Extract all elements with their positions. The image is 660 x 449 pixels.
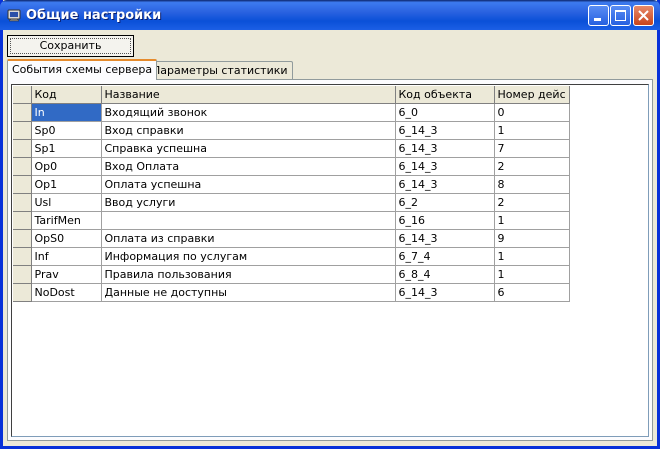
cell-action-number[interactable]: 6 [494,283,570,302]
cell-code[interactable]: TarifMen [31,211,102,230]
table-row[interactable]: Sp0 Вход справки 6_14_3 1 [13,121,570,140]
tab-statistics-params[interactable]: Параметры статистики [147,61,293,80]
cell-object-code[interactable]: 6_14_3 [395,157,495,176]
cell-code[interactable]: Sp0 [31,121,102,140]
cell-action-number[interactable]: 1 [494,265,570,284]
cell-action-number[interactable]: 8 [494,175,570,194]
cell-code[interactable]: Prav [31,265,102,284]
events-table: Код Название Код объекта Номер дейс In Вх… [13,86,570,302]
cell-action-number[interactable]: 1 [494,247,570,266]
cell-action-number[interactable]: 1 [494,121,570,140]
cell-action-number[interactable]: 9 [494,229,570,248]
cell-object-code[interactable]: 6_16 [395,211,495,230]
cell-code[interactable]: Sp1 [31,139,102,158]
column-header-action-number[interactable]: Номер дейс [494,86,570,104]
row-indicator[interactable] [13,211,32,230]
row-indicator[interactable] [13,229,32,248]
row-indicator[interactable] [13,175,32,194]
app-icon [7,9,21,22]
cell-code[interactable]: Usl [31,193,102,212]
cell-action-number[interactable]: 2 [494,193,570,212]
row-indicator[interactable] [13,247,32,266]
table-row[interactable]: Usl Ввод услуги 6_2 2 [13,193,570,212]
cell-action-number[interactable]: 2 [494,157,570,176]
save-settings-button[interactable]: Сохранить установки [7,35,134,72]
cell-name[interactable] [101,211,396,230]
table-row[interactable]: In Входящий звонок 6_0 0 [13,103,570,122]
cell-object-code[interactable]: 6_14_3 [395,283,495,302]
cell-object-code[interactable]: 6_8_4 [395,265,495,284]
column-header-object-code[interactable]: Код объекта [395,86,495,104]
window-title: Общие настройки [26,8,162,23]
cell-name[interactable]: Данные не доступны [101,283,396,302]
cell-object-code[interactable]: 6_7_4 [395,247,495,266]
cell-code[interactable]: NoDost [31,283,102,302]
cell-object-code[interactable]: 6_14_3 [395,139,495,158]
column-header-name[interactable]: Название [101,86,396,104]
cell-name[interactable]: Правила пользования [101,265,396,284]
minimize-icon [594,18,601,21]
cell-code[interactable]: Inf [31,247,102,266]
tab-panel: Код Название Код объекта Номер дейс In Вх… [7,79,653,441]
cell-object-code[interactable]: 6_14_3 [395,175,495,194]
minimize-button[interactable] [588,5,609,26]
cell-name[interactable]: Информация по услугам [101,247,396,266]
table-row[interactable]: NoDost Данные не доступны 6_14_3 6 [13,283,570,302]
title-bar[interactable]: Общие настройки [0,0,660,30]
events-grid[interactable]: Код Название Код объекта Номер дейс In Вх… [11,84,649,437]
cell-name[interactable]: Вход справки [101,121,396,140]
cell-code[interactable]: OpS0 [31,229,102,248]
table-row[interactable]: Op1 Оплата успешна 6_14_3 8 [13,175,570,194]
table-row[interactable]: TarifMen 6_16 1 [13,211,570,230]
cell-name[interactable]: Вход Оплата [101,157,396,176]
table-row[interactable]: OpS0 Оплата из справки 6_14_3 9 [13,229,570,248]
row-indicator[interactable] [13,157,32,176]
cell-object-code[interactable]: 6_2 [395,193,495,212]
table-header-row: Код Название Код объекта Номер дейс [13,86,570,104]
cell-action-number[interactable]: 0 [494,103,570,122]
cell-object-code[interactable]: 6_0 [395,103,495,122]
close-button[interactable] [633,5,654,26]
table-row[interactable]: Op0 Вход Оплата 6_14_3 2 [13,157,570,176]
column-header-code[interactable]: Код [31,86,102,104]
row-indicator[interactable] [13,283,32,302]
row-indicator[interactable] [13,193,32,212]
table-row[interactable]: Inf Информация по услугам 6_7_4 1 [13,247,570,266]
table-row[interactable]: Sp1 Справка успешна 6_14_3 7 [13,139,570,158]
cell-code[interactable]: Op1 [31,175,102,194]
settings-window: Общие настройки Сохранить установки Собы… [0,0,660,449]
table-row[interactable]: Prav Правила пользования 6_8_4 1 [13,265,570,284]
row-indicator[interactable] [13,139,32,158]
cell-name[interactable]: Ввод услуги [101,193,396,212]
cell-object-code[interactable]: 6_14_3 [395,121,495,140]
header-indicator [13,86,32,104]
row-indicator[interactable] [13,103,32,122]
cell-name[interactable]: Входящий звонок [101,103,396,122]
maximize-icon [615,10,626,21]
cell-code[interactable]: In [31,103,102,122]
row-indicator[interactable] [13,265,32,284]
maximize-button[interactable] [610,5,631,26]
cell-code[interactable]: Op0 [31,157,102,176]
cell-name[interactable]: Справка успешна [101,139,396,158]
row-indicator[interactable] [13,121,32,140]
tab-server-events[interactable]: События схемы сервера [7,59,158,80]
close-icon [638,10,649,21]
cell-object-code[interactable]: 6_14_3 [395,229,495,248]
cell-action-number[interactable]: 7 [494,139,570,158]
cell-action-number[interactable]: 1 [494,211,570,230]
cell-name[interactable]: Оплата успешна [101,175,396,194]
cell-name[interactable]: Оплата из справки [101,229,396,248]
